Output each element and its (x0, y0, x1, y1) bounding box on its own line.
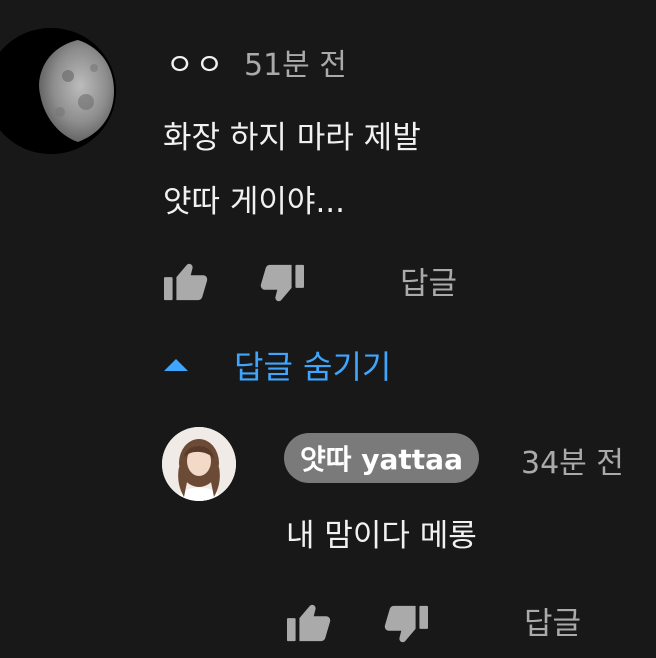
thumbs-up-icon (287, 604, 331, 642)
reply-like-button[interactable] (283, 600, 333, 644)
reply-button[interactable]: 답글 (400, 258, 457, 303)
comment-text: 화장 하지 마라 제발 얏따 게이야... (163, 120, 421, 220)
thumbs-down-icon (260, 264, 304, 302)
comment-author[interactable]: ㅇㅇ (166, 40, 225, 84)
dislike-button[interactable] (258, 262, 308, 306)
thumbs-down-icon (384, 605, 428, 643)
hide-replies-label: 답글 숨기기 (234, 348, 392, 386)
reply-dislike-button[interactable] (382, 603, 432, 647)
reply-avatar[interactable] (162, 427, 236, 501)
comment-timestamp[interactable]: 51분 전 (244, 40, 347, 84)
hide-replies-toggle[interactable]: 답글 숨기기 (160, 342, 391, 388)
thumbs-up-icon (164, 263, 208, 301)
user-avatar-icon (162, 427, 236, 501)
like-button[interactable] (160, 259, 210, 303)
reply-reply-button[interactable]: 답글 (524, 598, 581, 643)
comment-avatar[interactable] (0, 28, 116, 154)
reply-text: 내 맘이다 메롱 (286, 518, 477, 554)
reply-author-chip[interactable]: 얏따 yattaa (284, 433, 479, 483)
moon-avatar-icon (0, 28, 116, 154)
caret-up-icon (164, 359, 188, 371)
reply-timestamp[interactable]: 34분 전 (521, 438, 624, 482)
